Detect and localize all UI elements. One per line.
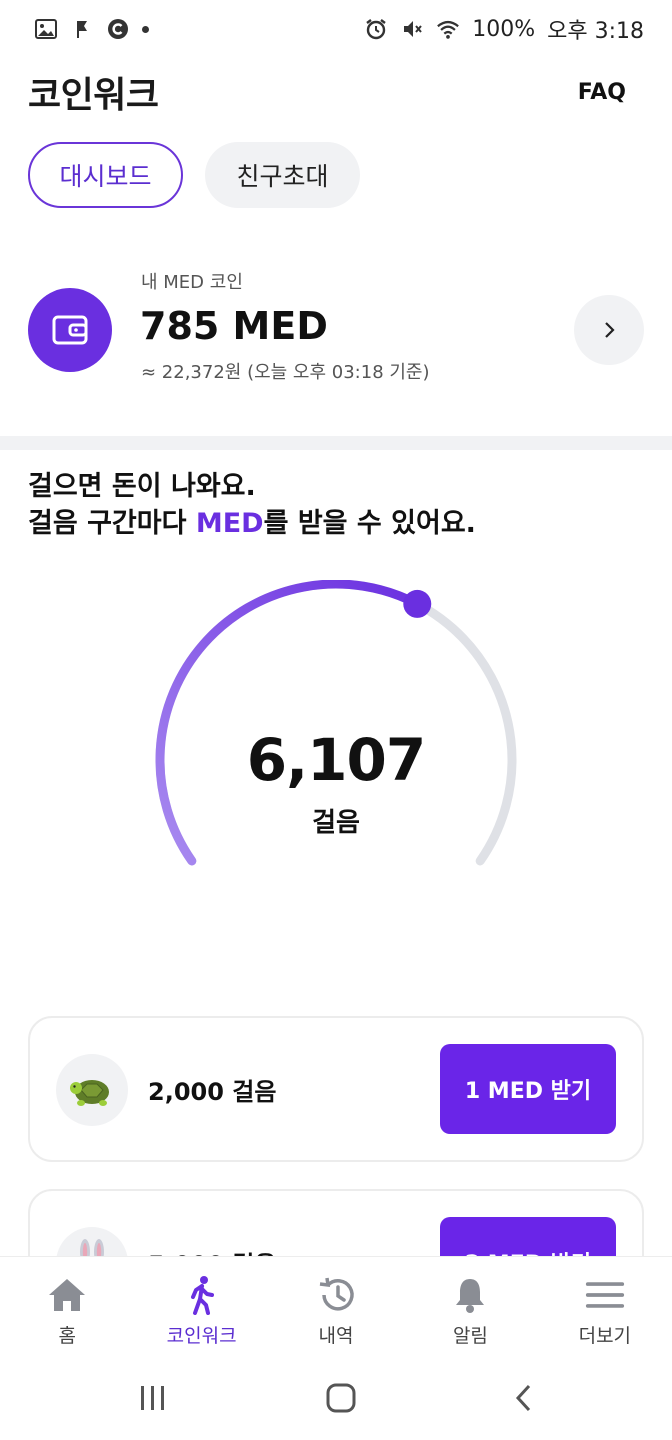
reward-card-2000: 2,000 걸음 1 MED 받기: [28, 1016, 644, 1162]
claim-reward-button[interactable]: 1 MED 받기: [440, 1044, 616, 1134]
walk-icon: [182, 1275, 222, 1315]
back-icon[interactable]: [514, 1383, 534, 1417]
turtle-icon: [56, 1054, 128, 1126]
mute-icon: [400, 17, 424, 41]
nav-more[interactable]: 더보기: [538, 1257, 672, 1360]
tab-bar: 대시보드 친구초대: [28, 142, 360, 208]
menu-icon: [585, 1275, 625, 1315]
home-button-icon[interactable]: [325, 1382, 357, 1418]
gauge-knob: [403, 589, 432, 618]
status-bar: 100% 오후 3:18: [0, 0, 672, 58]
nav-home[interactable]: 홈: [0, 1257, 134, 1360]
step-unit: 걸음: [312, 808, 360, 838]
headline: 걸으면 돈이 나와요. 걸음 구간마다 MED를 받을 수 있어요.: [28, 468, 476, 542]
recents-icon[interactable]: [138, 1384, 168, 1416]
headline-line2-suffix: 를 받을 수 있어요.: [263, 508, 476, 539]
wallet-icon: [28, 288, 112, 372]
status-right: 100% 오후 3:18: [364, 13, 644, 45]
history-icon: [316, 1275, 356, 1315]
battery-text: 100%: [472, 16, 536, 42]
step-count: 6,107: [246, 726, 426, 794]
clock: 오후 3:18: [547, 19, 644, 44]
headline-line2: 걸음 구간마다 MED를 받을 수 있어요.: [28, 505, 476, 542]
nav-notifications-label: 알림: [452, 1325, 488, 1347]
faq-link[interactable]: FAQ: [578, 80, 626, 105]
dot-icon: [142, 25, 149, 33]
nav-notifications[interactable]: 알림: [403, 1257, 537, 1360]
bell-icon: [450, 1275, 490, 1315]
headline-line1: 걸으면 돈이 나와요.: [28, 471, 256, 502]
section-divider: [0, 436, 672, 450]
nav-home-label: 홈: [58, 1325, 76, 1347]
alarm-icon: [364, 17, 388, 41]
system-nav-bar: [0, 1360, 672, 1440]
nav-more-label: 더보기: [578, 1325, 632, 1347]
nav-history-label: 내역: [318, 1325, 354, 1347]
home-icon: [47, 1275, 87, 1315]
flag-icon: [70, 17, 94, 41]
status-left: [34, 17, 149, 41]
chevron-right-icon: [605, 322, 615, 338]
nav-history[interactable]: 내역: [269, 1257, 403, 1360]
c-icon: [106, 17, 130, 41]
bottom-nav: 홈 코인워크 내역 알림 더보기: [0, 1256, 672, 1360]
nav-coinwalk[interactable]: 코인워크: [134, 1257, 268, 1360]
wifi-icon: [436, 17, 460, 41]
wallet-summary[interactable]: 내 MED 코인 785 MED ≈ 22,372원 (오늘 오후 03:18 …: [28, 262, 644, 392]
tab-dashboard[interactable]: 대시보드: [28, 142, 183, 208]
gallery-icon: [34, 17, 58, 41]
wallet-label: 내 MED 코인: [141, 272, 243, 293]
reward-steps: 2,000 걸음: [148, 1078, 277, 1106]
app-header: 코인워크 FAQ: [0, 62, 672, 122]
wallet-detail-button[interactable]: [574, 295, 644, 365]
tab-invite-friends[interactable]: 친구초대: [205, 142, 360, 208]
wallet-amount: 785 MED: [140, 304, 328, 348]
headline-accent: MED: [195, 508, 264, 539]
step-gauge: 6,107 걸음: [136, 580, 536, 940]
headline-line2-prefix: 걸음 구간마다: [28, 508, 196, 539]
nav-coinwalk-label: 코인워크: [166, 1325, 237, 1347]
wallet-krw-value: ≈ 22,372원 (오늘 오후 03:18 기준): [141, 362, 430, 383]
page-title: 코인워크: [28, 75, 159, 116]
